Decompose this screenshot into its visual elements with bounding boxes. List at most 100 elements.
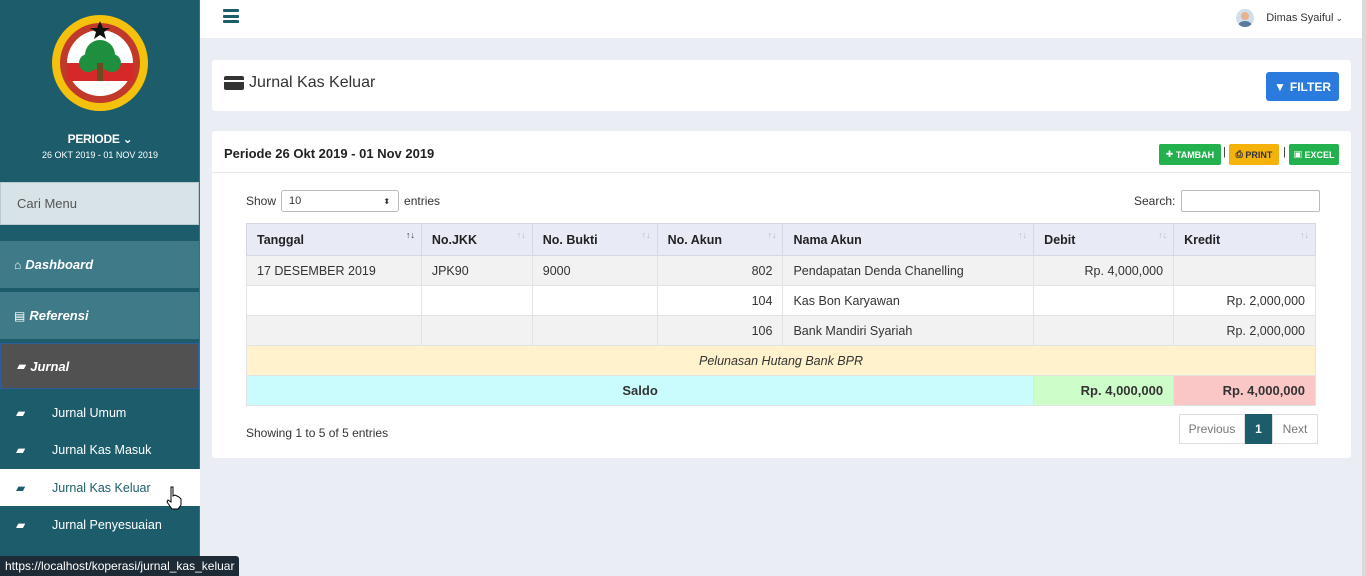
sort-asc-icon: ↑↓ <box>405 230 415 240</box>
cell-nobukti <box>531 285 658 316</box>
browser-status-url: https://localhost/koperasi/jurnal_kas_ke… <box>0 556 240 576</box>
sidebar-item-dashboard[interactable]: ⌂ Dashboard <box>0 241 199 288</box>
excel-button[interactable]: ▣ EXCEL <box>1289 144 1339 165</box>
page-title: Jurnal Kas Keluar <box>224 74 375 92</box>
cell-nobukti: 9000 <box>531 255 658 286</box>
table-header-row: Tanggal ↑↓ No.JKK ↑↓ No. Bukti ↑↓ No. Akun ↑… <box>246 223 1316 256</box>
pagination-page-1[interactable]: 1 <box>1245 414 1272 444</box>
cell-kredit: Rp. 2,000,000 <box>1173 285 1316 316</box>
column-header-debit[interactable]: Debit ↑↓ <box>1033 223 1175 256</box>
sort-icon: ↑↓ <box>516 230 526 240</box>
tambah-button[interactable]: ✚ TAMBAH <box>1159 144 1221 165</box>
filter-button[interactable]: ▼ FILTER <box>1266 72 1339 101</box>
saldo-debit: Rp. 4,000,000 <box>1033 375 1175 406</box>
cell-kredit <box>1173 255 1316 286</box>
select-arrows-icon: ⬍ <box>383 196 391 206</box>
cell-nojkk <box>420 285 533 316</box>
page-header-card: Jurnal Kas Keluar ▼ FILTER <box>212 60 1351 111</box>
journal-card-header: Periode 26 Okt 2019 - 01 Nov 2019 ✚ TAMB… <box>212 131 1351 173</box>
divider: | <box>1283 146 1286 158</box>
sidebar-item-label: Jurnal <box>30 358 70 374</box>
cell-tanggal: 17 DESEMBER 2019 <box>246 255 422 286</box>
book-icon: ▰ <box>16 480 26 495</box>
description-row: Pelunasan Hutang Bank BPR <box>246 345 1316 376</box>
scrollbar[interactable] <box>1362 0 1366 576</box>
credit-card-icon <box>224 76 244 90</box>
periode-dropdown[interactable]: PERIODE ⌄ <box>0 132 200 146</box>
sort-icon: ↑↓ <box>1018 230 1028 240</box>
cell-noakun: 802 <box>656 255 784 286</box>
entries-length: Show 10 ⬍ entries <box>246 190 440 212</box>
list-icon: ▤ <box>14 308 26 323</box>
table-info: Showing 1 to 5 of 5 entries <box>246 426 389 440</box>
home-icon: ⌂ <box>14 257 22 272</box>
sidebar-item-label: Referensi <box>29 308 89 323</box>
chevron-down-icon: ⌄ <box>122 132 133 146</box>
column-header-nojkk[interactable]: No.JKK ↑↓ <box>420 223 533 256</box>
cell-debit: Rp. 4,000,000 <box>1033 255 1175 286</box>
search-input[interactable] <box>1181 190 1321 212</box>
sidebar-item-jurnal-kas-masuk[interactable]: ▰ Jurnal Kas Masuk <box>0 431 200 468</box>
avatar <box>1236 9 1255 27</box>
cell-namaakun: Pendapatan Denda Chanelling <box>782 255 1035 286</box>
cell-noakun: 104 <box>656 285 784 316</box>
book-icon: ▰ <box>17 359 27 373</box>
cell-noakun: 106 <box>656 315 784 346</box>
journal-table: Tanggal ↑↓ No.JKK ↑↓ No. Bukti ↑↓ No. Akun ↑… <box>245 223 1316 406</box>
cell-tanggal <box>246 315 422 346</box>
sort-icon: ↑↓ <box>1300 230 1309 240</box>
pagination-previous[interactable]: Previous <box>1179 414 1245 444</box>
sort-icon: ↑↓ <box>1158 230 1168 240</box>
sort-icon: ↑↓ <box>767 230 777 240</box>
saldo-kredit: Rp. 4,000,000 <box>1173 375 1316 406</box>
column-header-tanggal[interactable]: Tanggal ↑↓ <box>246 223 422 256</box>
chevron-down-icon: ⌄ <box>1335 12 1343 23</box>
pagination: Previous 1 Next <box>1179 414 1318 444</box>
column-header-noakun[interactable]: No. Akun ↑↓ <box>656 223 784 256</box>
cell-tanggal <box>246 285 422 316</box>
cell-nojkk: JPK90 <box>420 255 533 286</box>
column-header-nobukti[interactable]: No. Bukti ↑↓ <box>531 223 658 256</box>
book-icon: ▰ <box>16 405 26 420</box>
user-menu[interactable]: Dimas Syaiful ⌄ <box>1236 9 1343 27</box>
cell-nobukti <box>531 315 658 346</box>
menu-search-input[interactable]: Cari Menu <box>0 182 199 225</box>
entries-select[interactable]: 10 ⬍ <box>281 190 400 212</box>
periode-label: Periode 26 Okt 2019 - 01 Nov 2019 <box>224 146 435 161</box>
table-row: 104 Kas Bon Karyawan Rp. 2,000,000 <box>246 285 1316 316</box>
sort-icon: ↑↓ <box>641 230 651 240</box>
sidebar-header: PERIODE ⌄ 26 OKT 2019 - 01 NOV 2019 <box>0 0 199 181</box>
sidebar-item-referensi[interactable]: ▤ Referensi <box>0 292 199 339</box>
print-button[interactable]: ⎙ PRINT <box>1229 144 1279 165</box>
sidebar-item-jurnal-umum[interactable]: ▰ Jurnal Umum <box>0 394 200 431</box>
cell-namaakun: Kas Bon Karyawan <box>782 285 1035 316</box>
column-header-namaakun[interactable]: Nama Akun ↑↓ <box>782 223 1035 256</box>
journal-card: Periode 26 Okt 2019 - 01 Nov 2019 ✚ TAMB… <box>212 131 1351 458</box>
cell-debit <box>1033 315 1175 346</box>
topbar: Dimas Syaiful ⌄ <box>200 0 1366 38</box>
user-name: Dimas Syaiful <box>1266 12 1334 24</box>
hamburger-menu-icon[interactable] <box>223 9 239 23</box>
saldo-row: Saldo Rp. 4,000,000 Rp. 4,000,000 <box>245 375 1316 406</box>
sidebar-item-label: Dashboard <box>25 257 94 272</box>
cell-debit <box>1033 285 1175 316</box>
book-icon: ▰ <box>16 517 26 532</box>
filter-icon: ▼ <box>1274 79 1286 94</box>
plus-icon: ✚ <box>1165 149 1174 159</box>
book-icon: ▰ <box>16 442 26 457</box>
table-row: 106 Bank Mandiri Syariah Rp. 2,000,000 <box>246 315 1316 346</box>
sidebar-item-jurnal[interactable]: ▰ Jurnal <box>0 343 199 389</box>
pagination-next[interactable]: Next <box>1272 414 1318 444</box>
column-header-kredit[interactable]: Kredit ↑↓ <box>1173 223 1316 256</box>
cell-namaakun: Bank Mandiri Syariah <box>782 315 1035 346</box>
divider: | <box>1223 146 1226 158</box>
table-search: Search: <box>1134 190 1321 212</box>
cell-nojkk <box>420 315 533 346</box>
periode-range: 26 OKT 2019 - 01 NOV 2019 <box>42 150 158 160</box>
table-row: 17 DESEMBER 2019 JPK90 9000 802 Pendapat… <box>246 255 1316 286</box>
saldo-label: Saldo <box>245 375 1035 406</box>
file-excel-icon: ▣ <box>1293 149 1302 159</box>
koperasi-logo <box>52 15 148 111</box>
sidebar-item-jurnal-penyesuaian[interactable]: ▰ Jurnal Penyesuaian <box>0 506 200 543</box>
print-icon: ⎙ <box>1235 149 1243 159</box>
